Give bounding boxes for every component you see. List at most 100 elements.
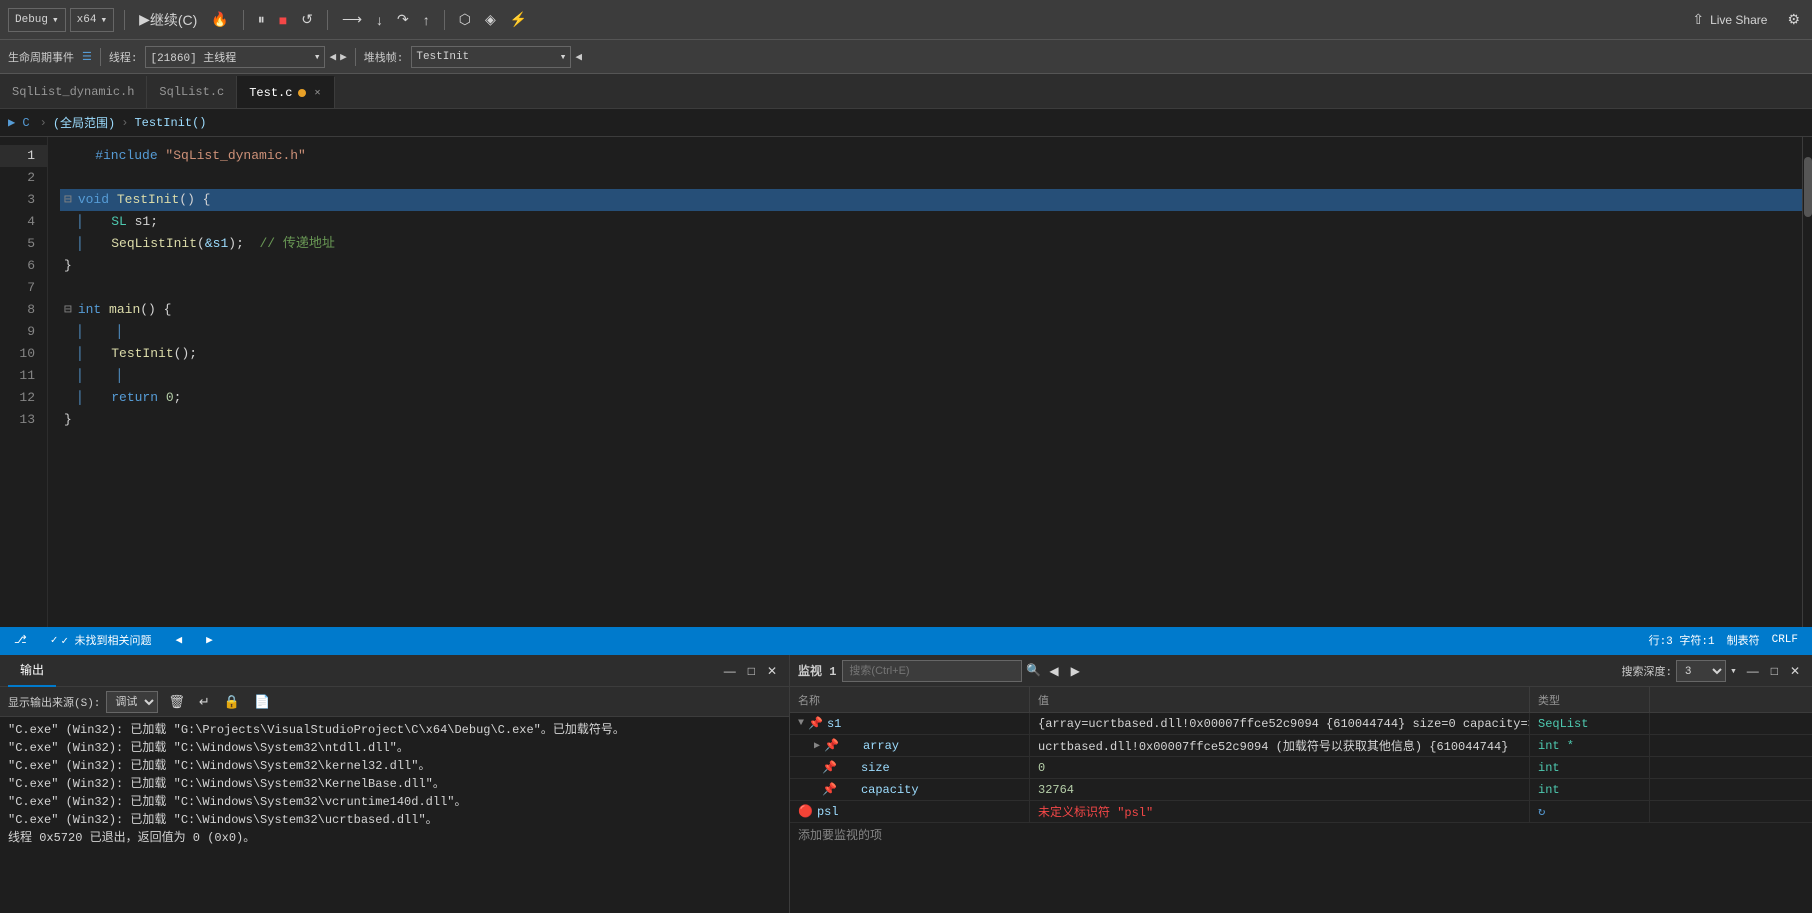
clear-output-button[interactable]: 🗑 [164,692,189,712]
encoding-item[interactable]: 制表符 [1721,627,1766,653]
top-toolbar: Debug ▾ x64 ▾ ▶ 继续(C) 🔥 ⏸ ■ ↺ ⟶ ↓ ↷ ↑ ⬡ … [0,0,1812,40]
show-next-stmt-button[interactable]: ⟶ [338,7,366,33]
watch-value-psl: 未定义标识符 "psl" [1030,801,1530,823]
exception-settings-button[interactable]: ⚡ [506,7,531,33]
watch-search: 🔍 ◀ ▶ [842,660,1615,682]
pin-icon: 📌 [808,716,823,731]
pause-all-button[interactable]: ⏸ [254,7,269,33]
search-next-button[interactable]: ▶ [1067,662,1084,680]
arch-dropdown[interactable]: x64 ▾ [70,8,114,32]
expand-icon-array[interactable]: ▶ [814,740,820,752]
var-name-s1: s1 [827,717,841,731]
thread-dropdown[interactable]: [21860] 主线程 ▾ [145,46,325,68]
debug-sep-1 [100,48,101,66]
open-file-button[interactable]: 📄 [250,692,274,712]
type-col-label: 类型 [1538,692,1560,708]
breadcrumb-sep-2: › [121,116,128,130]
watch-panel: 监视 1 🔍 ◀ ▶ 搜索深度: 3 1 2 5 ▾ — □ ✕ [790,655,1812,913]
chevron-down-icon: ▾ [314,50,321,64]
tab-sqlist-dynamic[interactable]: SqlList_dynamic.h [0,76,147,108]
code-line-4: │ SL s1; [60,211,1802,233]
output-panel: 输出 — □ ✕ 显示输出来源(S): 调试 🗑 ↵ 🔒 📄 "C.exe" (… [0,655,790,913]
source-select[interactable]: 调试 [106,691,158,713]
depth-select[interactable]: 3 1 2 5 [1676,660,1726,682]
step-into-button[interactable]: ↓ [372,7,387,33]
no-issues-item[interactable]: ✓ ✓ 未找到相关问题 [45,627,158,653]
toggle-wordwrap-button[interactable]: ↵ [195,692,214,712]
breadcrumb-bar: ▶ C › (全局范围) › TestInit() [0,109,1812,137]
settings-button[interactable]: ⚙ [1783,7,1804,33]
close-tab-button[interactable]: ✕ [312,86,322,100]
watch-name-capacity[interactable]: 📌 capacity [790,779,1030,801]
type-capacity: int [1538,783,1560,797]
watch-name-psl[interactable]: 🔴 psl [790,801,1030,823]
debug-config-dropdown[interactable]: Debug ▾ [8,8,66,32]
watch-expand-button[interactable]: □ [1767,662,1782,680]
watch-search-input[interactable] [842,660,1022,682]
chevron-down-icon: ▾ [52,13,59,27]
tab-sqlist-c[interactable]: SqlList.c [147,76,237,108]
tab-test-c[interactable]: Test.c ✕ [237,76,335,108]
refresh-icon-psl[interactable]: ↻ [1538,804,1545,819]
modified-indicator [298,89,306,97]
stop-button[interactable]: ■ [275,7,291,33]
add-watch-row[interactable]: 添加要监视的项 [790,823,1812,845]
output-line-4: "C.exe" (Win32): 已加载 "C:\Windows\System3… [8,775,781,793]
watch-name-array[interactable]: ▶ 📌 array [790,735,1030,757]
output-content: "C.exe" (Win32): 已加载 "G:\Projects\Visual… [0,717,789,913]
line-num-4: 4 [0,211,47,233]
value-col-label: 值 [1038,692,1049,708]
toolbar-sep-4 [444,10,445,30]
restart-button[interactable]: ↺ [297,7,317,33]
editor-scrollbar[interactable] [1802,137,1812,627]
hexadecimal-button[interactable]: ⬡ [455,7,475,33]
breadcrumb-scope[interactable]: (全局范围) [53,114,115,131]
breakpoint-window-button[interactable]: ◈ [481,7,500,33]
watch-name-s1[interactable]: ▼ 📌 s1 [790,713,1030,735]
watch-value-size: 0 [1030,757,1530,779]
git-branch-item[interactable]: ⎇ [8,627,33,653]
step-over-button[interactable]: ↷ [393,7,413,33]
stack-dropdown[interactable]: TestInit ▾ [411,46,571,68]
line-numbers: 1 2 3 4 5 6 7 8 9 10 11 12 13 [0,137,48,627]
hot-reload-button[interactable]: 🔥 [207,7,232,33]
output-tab-bar: 输出 — □ ✕ [0,655,789,687]
line-col-item[interactable]: 行:3 字符:1 [1643,627,1721,653]
breadcrumb-func[interactable]: TestInit() [134,116,206,130]
close-panel-button[interactable]: ✕ [763,662,781,680]
type-size: int [1538,761,1560,775]
nav-left[interactable]: ◀ [170,627,189,653]
output-line-3: "C.exe" (Win32): 已加载 "C:\Windows\System3… [8,757,781,775]
line-num-6: 6 [0,255,47,277]
scrollbar-thumb[interactable] [1804,157,1812,217]
continue-button[interactable]: ▶ 继续(C) [135,7,201,33]
watch-value-capacity: 32764 [1030,779,1530,801]
stack-nav-left[interactable]: ◀ [575,50,582,64]
val-array: ucrtbased.dll!0x00007ffce52c9094 (加载符号以获… [1038,737,1508,754]
live-share-button[interactable]: ⇧ Live Share [1684,9,1775,30]
expand-button[interactable]: □ [744,662,759,680]
thread-nav-right[interactable]: ▶ [340,50,347,64]
stack-label: 堆栈帧: [364,49,404,65]
watch-type-capacity: int [1530,779,1650,801]
no-issues-text: ✓ 未找到相关问题 [61,632,151,648]
minimize-button[interactable]: — [720,662,740,680]
step-out-button[interactable]: ↑ [419,7,434,33]
line-ending-item[interactable]: CRLF [1766,627,1804,653]
play-icon: ▶ [139,11,150,28]
collapse-icon[interactable]: ▼ [798,718,804,729]
tab-output[interactable]: 输出 [8,655,56,687]
search-prev-button[interactable]: ◀ [1045,662,1062,680]
watch-close-button[interactable]: ✕ [1786,662,1804,680]
nav-right[interactable]: ▶ [200,627,219,653]
code-line-1: #include "SqList_dynamic.h" [60,145,1802,167]
watch-minimize-button[interactable]: — [1743,662,1763,680]
line-num-7: 7 [0,277,47,299]
lock-scroll-button[interactable]: 🔒 [220,692,244,712]
output-tab-label: 输出 [20,661,44,678]
thread-nav-left[interactable]: ◀ [329,50,336,64]
code-area[interactable]: #include "SqList_dynamic.h" ⊟void TestIn… [48,137,1802,627]
watch-name-size[interactable]: 📌 size [790,757,1030,779]
tab-label: SqlList.c [159,85,224,99]
breadcrumb-sep-1: › [40,116,47,130]
